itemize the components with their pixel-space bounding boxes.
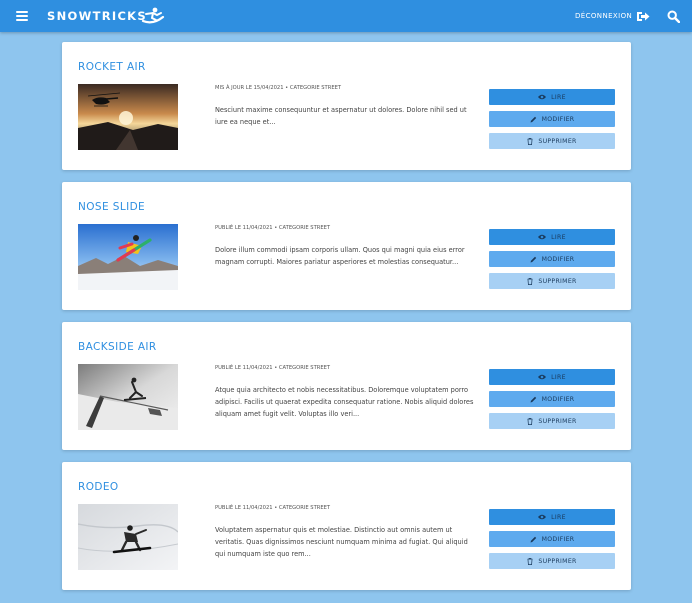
read-button-label: LIRE <box>551 513 566 521</box>
trick-meta: PUBLIÉ LE 11/04/2021 • CATEGORIE STREET <box>215 365 331 371</box>
edit-button-label: MODIFIER <box>541 255 575 263</box>
snowboarder-rail-bw-photo <box>78 364 178 430</box>
pencil-icon <box>530 396 536 402</box>
trash-icon <box>527 277 534 285</box>
edit-button[interactable]: MODIFIER <box>489 111 615 127</box>
trick-meta: MIS À JOUR LE 15/04/2021 • CATEGORIE STR… <box>215 85 342 91</box>
delete-button[interactable]: SUPPRIMER <box>489 273 615 289</box>
trick-excerpt: Dolore illum commodi ipsam corporis ulla… <box>215 246 465 266</box>
trick-thumbnail[interactable] <box>78 84 178 150</box>
helicopter-sunset-photo <box>78 84 178 150</box>
trash-icon <box>527 137 534 145</box>
trick-thumbnail[interactable] <box>78 224 178 290</box>
trick-meta: PUBLIÉ LE 11/04/2021 • CATEGORIE STREET <box>215 505 331 511</box>
menu-icon[interactable] <box>16 11 28 21</box>
read-button-label: LIRE <box>551 93 566 101</box>
brand-name[interactable]: SNOWTRICKS <box>47 9 147 23</box>
trick-thumbnail[interactable] <box>78 504 178 570</box>
snowboarder-carve-photo <box>78 504 178 570</box>
read-button[interactable]: LIRE <box>489 509 615 525</box>
delete-button-label: SUPPRIMER <box>538 417 577 425</box>
trick-excerpt: Atque quia architecto et nobis necessita… <box>215 386 474 418</box>
delete-button-label: SUPPRIMER <box>538 277 577 285</box>
trick-card: RODEO PUBLIÉ LE 11/04/2021 • CATEGORIE S… <box>62 462 631 590</box>
trick-title[interactable]: ROCKET AIR <box>78 61 146 73</box>
delete-button[interactable]: SUPPRIMER <box>489 413 615 429</box>
trick-title[interactable]: RODEO <box>78 481 119 493</box>
top-navbar: SNOWTRICKS DÉCONNEXION <box>0 0 692 32</box>
delete-button-label: SUPPRIMER <box>538 557 577 565</box>
pencil-icon <box>530 256 536 262</box>
trick-thumbnail[interactable] <box>78 364 178 430</box>
edit-button[interactable]: MODIFIER <box>489 251 615 267</box>
edit-button-label: MODIFIER <box>541 395 575 403</box>
trick-card: ROCKET AIR MIS À JOUR LE 15/04/2021 • CA… <box>62 42 631 170</box>
eye-icon <box>538 374 547 380</box>
delete-button-label: SUPPRIMER <box>538 137 577 145</box>
edit-button[interactable]: MODIFIER <box>489 391 615 407</box>
eye-icon <box>538 94 547 100</box>
trick-excerpt: Nesciunt maxime consequuntur et aspernat… <box>215 106 467 126</box>
snowboarder-jump-photo <box>78 224 178 290</box>
trick-excerpt: Voluptatem aspernatur quis et molestiae.… <box>215 526 468 558</box>
trick-title[interactable]: NOSE SLIDE <box>78 201 145 213</box>
read-button-label: LIRE <box>551 373 566 381</box>
trick-meta: PUBLIÉ LE 11/04/2021 • CATEGORIE STREET <box>215 225 331 231</box>
trick-card: NOSE SLIDE PUBLIÉ LE 11/04/2021 • CATEGO… <box>62 182 631 310</box>
edit-button-label: MODIFIER <box>541 115 575 123</box>
search-icon[interactable] <box>667 10 680 23</box>
edit-button-label: MODIFIER <box>541 535 575 543</box>
trick-card: BACKSIDE AIR PUBLIÉ LE 11/04/2021 • CATE… <box>62 322 631 450</box>
snowboarder-logo-icon[interactable] <box>141 6 165 26</box>
delete-button[interactable]: SUPPRIMER <box>489 553 615 569</box>
read-button[interactable]: LIRE <box>489 89 615 105</box>
eye-icon <box>538 514 547 520</box>
read-button[interactable]: LIRE <box>489 369 615 385</box>
edit-button[interactable]: MODIFIER <box>489 531 615 547</box>
sign-out-icon[interactable] <box>636 11 650 22</box>
trick-title[interactable]: BACKSIDE AIR <box>78 341 157 353</box>
eye-icon <box>538 234 547 240</box>
trash-icon <box>527 557 534 565</box>
read-button-label: LIRE <box>551 233 566 241</box>
read-button[interactable]: LIRE <box>489 229 615 245</box>
pencil-icon <box>530 536 536 542</box>
delete-button[interactable]: SUPPRIMER <box>489 133 615 149</box>
logout-link[interactable]: DÉCONNEXION <box>575 12 632 20</box>
pencil-icon <box>530 116 536 122</box>
trash-icon <box>527 417 534 425</box>
